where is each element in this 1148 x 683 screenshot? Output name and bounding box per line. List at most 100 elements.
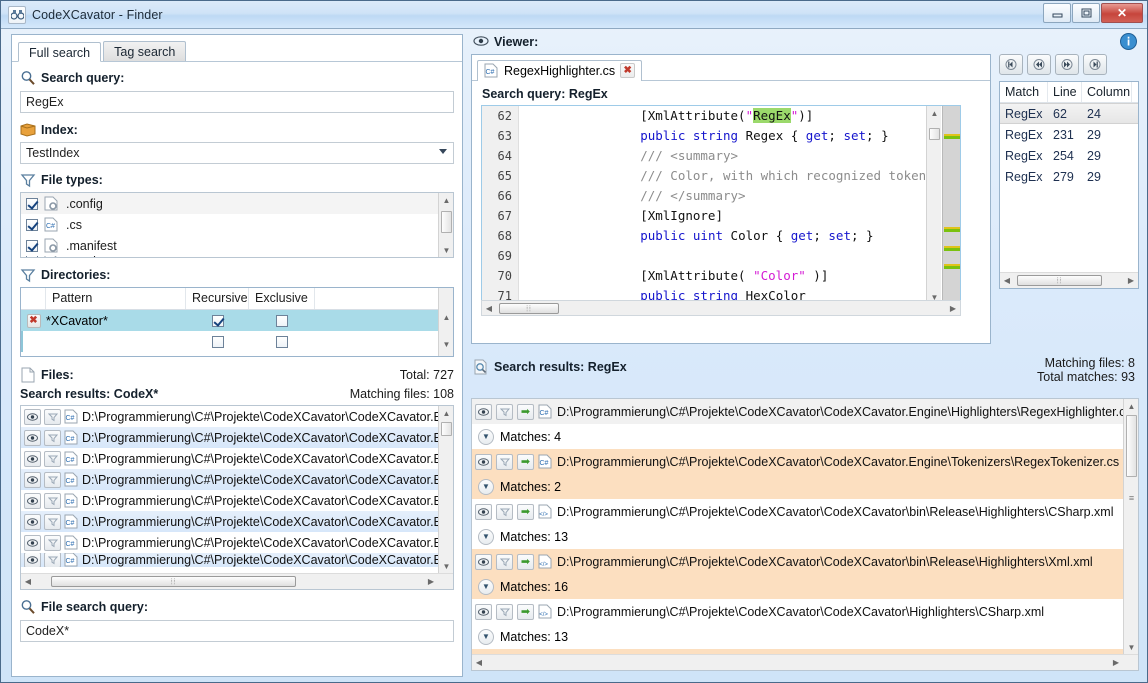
file-types-list[interactable]: .config C# .cs .manifest .xaml bbox=[20, 192, 454, 258]
filter-icon[interactable] bbox=[496, 454, 513, 470]
list-item[interactable]: C#D:\Programmierung\C#\Projekte\CodeXCav… bbox=[21, 490, 453, 511]
view-icon[interactable] bbox=[475, 604, 492, 620]
scroll-up-icon[interactable]: ▲ bbox=[439, 310, 454, 324]
scroll-right-icon[interactable]: ▶ bbox=[1124, 273, 1138, 288]
file-search-query-input[interactable]: CodeX* bbox=[20, 620, 454, 642]
table-row[interactable] bbox=[21, 331, 453, 352]
filter-icon[interactable] bbox=[44, 514, 61, 530]
file-type-checkbox[interactable] bbox=[26, 198, 38, 210]
chevron-down-icon[interactable]: ▼ bbox=[478, 529, 494, 545]
filter-icon[interactable] bbox=[44, 472, 61, 488]
file-results-vscrollbar[interactable]: ▲ ▼ bbox=[438, 406, 453, 573]
view-icon[interactable] bbox=[24, 472, 41, 488]
file-type-item[interactable]: .manifest bbox=[21, 235, 453, 256]
scroll-down-icon[interactable]: ▼ bbox=[439, 337, 454, 351]
scroll-thumb[interactable]: ⦙⦙ bbox=[51, 576, 296, 587]
scroll-left-icon[interactable]: ◀ bbox=[482, 301, 496, 316]
scroll-up-icon[interactable]: ▲ bbox=[1124, 399, 1139, 413]
file-type-checkbox[interactable] bbox=[26, 219, 38, 231]
list-item[interactable]: C#D:\Programmierung\C#\Projekte\CodeXCav… bbox=[21, 406, 453, 427]
view-icon[interactable] bbox=[475, 454, 492, 470]
code-viewer[interactable]: 62 63 64 65 66 67 68 69 70 71 [XmlAttrib… bbox=[481, 105, 961, 305]
scroll-up-icon[interactable]: ▲ bbox=[439, 193, 454, 207]
file-type-checkbox[interactable] bbox=[26, 256, 38, 258]
goto-icon[interactable]: ➡ bbox=[517, 504, 534, 520]
goto-icon[interactable]: ➡ bbox=[517, 404, 534, 420]
match-marker-bar[interactable] bbox=[942, 106, 960, 304]
scroll-right-icon[interactable]: ▶ bbox=[424, 574, 438, 589]
exclusive-checkbox[interactable] bbox=[276, 315, 288, 327]
filter-icon[interactable] bbox=[496, 504, 513, 520]
view-icon[interactable] bbox=[475, 504, 492, 520]
view-icon[interactable] bbox=[24, 430, 41, 446]
previous-match-button[interactable] bbox=[1027, 54, 1051, 75]
list-item[interactable]: C#D:\Programmierung\C#\Projekte\CodeXCav… bbox=[21, 427, 453, 448]
chevron-down-icon[interactable]: ▼ bbox=[478, 579, 494, 595]
scroll-left-icon[interactable]: ◀ bbox=[1000, 273, 1014, 288]
search-results-vscrollbar[interactable]: ▲ ≡ ▼ bbox=[1123, 399, 1138, 654]
viewer-tab-regexhighlighter[interactable]: C# RegexHighlighter.cs ✖ bbox=[477, 60, 642, 81]
table-row[interactable]: RegEx 62 24 bbox=[1000, 103, 1138, 124]
view-icon[interactable] bbox=[24, 535, 41, 551]
file-results-hscrollbar[interactable]: ◀ ⦙⦙ ▶ bbox=[21, 573, 453, 589]
scroll-up-icon[interactable]: ▲ bbox=[927, 106, 942, 120]
close-tab-icon[interactable]: ✖ bbox=[620, 63, 635, 78]
table-row[interactable]: RegEx 231 29 bbox=[1000, 124, 1138, 145]
match-marker[interactable] bbox=[944, 266, 960, 269]
scroll-thumb[interactable] bbox=[441, 422, 452, 436]
result-matches-row[interactable]: ▼ Matches: 13 bbox=[472, 624, 1138, 649]
file-type-checkbox[interactable] bbox=[26, 240, 38, 252]
file-types-scrollbar[interactable]: ▲ ▼ bbox=[438, 193, 453, 257]
tab-full-search[interactable]: Full search bbox=[18, 42, 101, 62]
filter-icon[interactable] bbox=[496, 604, 513, 620]
result-matches-row[interactable]: ▼ Matches: 4 bbox=[472, 424, 1138, 449]
filter-icon[interactable] bbox=[496, 404, 513, 420]
file-type-item[interactable]: C# .cs bbox=[21, 214, 453, 235]
result-file-row[interactable]: ➡ C# D:\Programmierung\C#\Projekte\CodeX… bbox=[472, 449, 1138, 474]
match-marker[interactable] bbox=[944, 229, 960, 232]
list-item[interactable]: C#D:\Programmierung\C#\Projekte\CodeXCav… bbox=[21, 553, 453, 567]
scroll-thumb[interactable] bbox=[441, 211, 452, 233]
next-match-button[interactable] bbox=[1055, 54, 1079, 75]
scroll-down-icon[interactable]: ▼ bbox=[439, 559, 454, 573]
chevron-down-icon[interactable]: ▼ bbox=[478, 629, 494, 645]
search-query-input[interactable]: RegEx bbox=[20, 91, 454, 113]
result-file-row[interactable]: ➡ </> D:\Programmierung\C#\Projekte\Code… bbox=[472, 599, 1138, 624]
minimize-button[interactable] bbox=[1043, 3, 1071, 23]
file-type-item[interactable]: .xaml bbox=[21, 256, 453, 258]
goto-icon[interactable]: ➡ bbox=[517, 604, 534, 620]
scroll-left-icon[interactable]: ◀ bbox=[21, 574, 35, 589]
scroll-thumb[interactable]: ⦙⦙ bbox=[499, 303, 559, 314]
match-table[interactable]: Match Line Column RegEx 62 24 RegEx 231 … bbox=[999, 81, 1139, 289]
scroll-thumb[interactable] bbox=[929, 128, 940, 140]
result-matches-row[interactable]: ▼ Matches: 13 bbox=[472, 524, 1138, 549]
code-hscrollbar[interactable]: ◀ ⦙⦙ ▶ bbox=[481, 300, 961, 316]
result-file-row[interactable]: ➡ </> D:\Programmierung\C#\Projekte\Code… bbox=[472, 549, 1138, 574]
filter-icon[interactable] bbox=[44, 553, 61, 567]
view-icon[interactable] bbox=[24, 514, 41, 530]
scroll-up-icon[interactable]: ▲ bbox=[439, 406, 454, 420]
tab-tag-search[interactable]: Tag search bbox=[103, 41, 186, 61]
maximize-button[interactable] bbox=[1072, 3, 1100, 23]
recursive-checkbox[interactable] bbox=[212, 336, 224, 348]
table-row[interactable]: RegEx 254 29 bbox=[1000, 145, 1138, 166]
file-type-item[interactable]: .config bbox=[21, 193, 453, 214]
code-vscrollbar[interactable]: ▲ ▼ bbox=[926, 106, 941, 304]
chevron-down-icon[interactable]: ▼ bbox=[478, 479, 494, 495]
filter-icon[interactable] bbox=[44, 493, 61, 509]
match-marker[interactable] bbox=[944, 136, 960, 139]
scroll-down-icon[interactable]: ▼ bbox=[1124, 640, 1139, 654]
recursive-checkbox[interactable] bbox=[212, 315, 224, 327]
filter-icon[interactable] bbox=[44, 430, 61, 446]
match-table-hscrollbar[interactable]: ◀ ⦙⦙ ▶ bbox=[1000, 272, 1138, 288]
match-marker[interactable] bbox=[944, 248, 960, 251]
chevron-down-icon[interactable]: ▼ bbox=[478, 429, 494, 445]
view-icon[interactable] bbox=[475, 404, 492, 420]
result-file-row[interactable]: ➡ </> D:\Programmierung\C#\Projekte\Code… bbox=[472, 499, 1138, 524]
goto-icon[interactable]: ➡ bbox=[517, 454, 534, 470]
result-matches-row[interactable]: ▼ Matches: 2 bbox=[472, 474, 1138, 499]
result-matches-row[interactable]: ▼ Matches: 16 bbox=[472, 574, 1138, 599]
view-icon[interactable] bbox=[24, 553, 41, 567]
view-icon[interactable] bbox=[475, 554, 492, 570]
file-results-list[interactable]: C#D:\Programmierung\C#\Projekte\CodeXCav… bbox=[20, 405, 454, 590]
